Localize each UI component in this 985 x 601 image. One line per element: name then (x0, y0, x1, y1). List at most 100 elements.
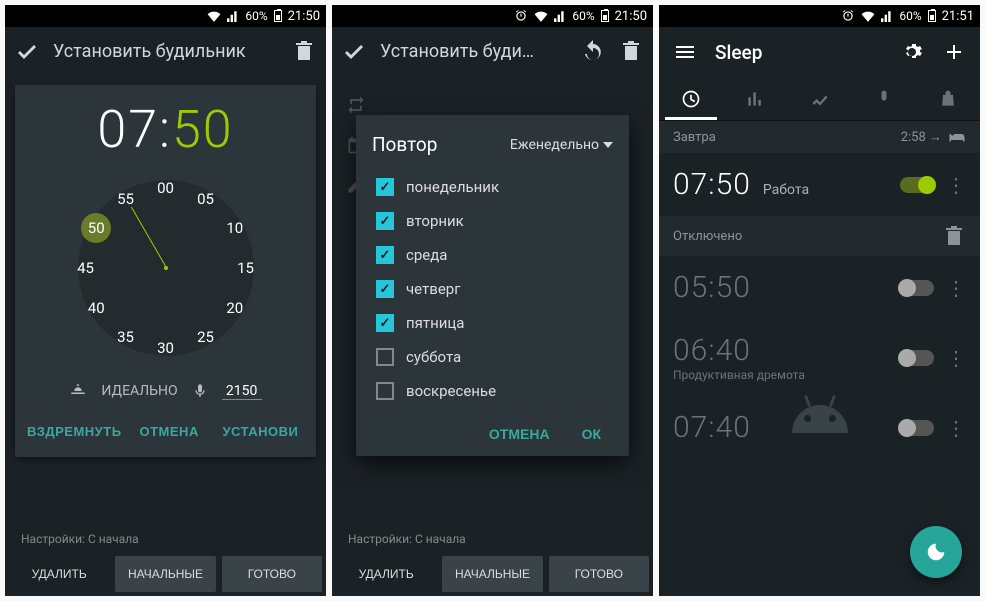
alarm-row[interactable]: 05:50 ⋮ (659, 256, 980, 319)
day-row-1[interactable]: вторник (372, 204, 613, 238)
nap-button[interactable]: ВЗДРЕМНУТЬ (25, 414, 124, 449)
done-button[interactable]: ГОТОВО (549, 556, 649, 592)
more-icon[interactable]: ⋮ (946, 423, 966, 433)
clock-minute-55[interactable]: 55 (111, 184, 141, 214)
ideal-label[interactable]: ИДЕАЛЬНО (101, 383, 177, 399)
alarm-switch[interactable] (900, 280, 934, 296)
picker-actions: ВЗДРЕМНУТЬ ОТМЕНА УСТАНОВИ (25, 414, 306, 449)
more-icon[interactable]: ⋮ (946, 180, 966, 190)
dialog-ok-button[interactable]: ОК (570, 416, 613, 452)
day-checkbox[interactable] (376, 212, 394, 230)
clock-minute-05[interactable]: 05 (191, 184, 221, 214)
day-row-5[interactable]: суббота (372, 340, 613, 374)
day-checkbox[interactable] (376, 314, 394, 332)
day-checkbox[interactable] (376, 280, 394, 298)
more-icon[interactable]: ⋮ (946, 353, 966, 363)
sleep-fab[interactable] (910, 526, 962, 578)
day-checkbox[interactable] (376, 178, 394, 196)
action-bar: Установить буди… (332, 27, 653, 75)
frequency-dropdown[interactable]: Еженедельно (510, 137, 613, 153)
clock-minute-10[interactable]: 10 (220, 213, 250, 243)
bg-settings-text: Настройки: С начала (5, 528, 326, 550)
add-icon[interactable] (942, 40, 966, 64)
done-button[interactable]: ГОТОВО (222, 556, 322, 592)
battery-icon (274, 10, 282, 22)
delete-button[interactable]: УДАЛИТЬ (9, 556, 109, 592)
day-checkbox[interactable] (376, 348, 394, 366)
delete-icon[interactable] (619, 39, 643, 63)
initial-button[interactable]: НАЧАЛЬНЫЕ (115, 556, 215, 592)
chevron-down-icon (603, 142, 613, 148)
battery-percent: 60% (572, 9, 594, 23)
alarm-switch[interactable] (900, 420, 934, 436)
day-label: воскресенье (406, 382, 496, 400)
section-tomorrow: Завтра 2:58 → (659, 121, 980, 153)
alarm-status-icon (514, 9, 528, 23)
hour-value[interactable]: 07 (97, 99, 159, 160)
mic-icon[interactable] (192, 383, 208, 399)
tab-graph[interactable] (787, 77, 851, 120)
delete-button[interactable]: УДАЛИТЬ (336, 556, 436, 592)
day-checkbox[interactable] (376, 382, 394, 400)
graph-icon (810, 89, 830, 109)
menu-icon[interactable] (673, 40, 697, 64)
set-button[interactable]: УСТАНОВИ (215, 414, 306, 449)
clock-minute-25[interactable]: 25 (191, 322, 221, 352)
battery-percent: 60% (245, 9, 267, 23)
tab-alarms[interactable] (659, 77, 723, 120)
tab-addons[interactable] (916, 77, 980, 120)
settings-icon[interactable] (900, 40, 924, 64)
wifi-icon (207, 10, 221, 22)
alarm-row[interactable]: 06:40Продуктивная дремота ⋮ (659, 319, 980, 396)
clock-minute-30[interactable]: 30 (151, 333, 181, 363)
alarm-switch[interactable] (900, 350, 934, 366)
confirm-icon[interactable] (15, 39, 39, 63)
mic-tab-icon (874, 89, 894, 109)
alarm-time: 07:40 (673, 410, 888, 445)
clock-minute-50[interactable]: 50 (81, 213, 111, 243)
clock-face[interactable]: 00 0510 15 2025 30 3540 45 5055 (66, 168, 266, 368)
clock-minute-00[interactable]: 00 (151, 173, 181, 203)
clock-minute-15[interactable]: 15 (231, 253, 261, 283)
time-display[interactable]: 07:50 (25, 99, 306, 160)
phone-2-repeat-dialog: 60% 21:50 Установить буди… Повтор Еженед… (332, 5, 653, 596)
clock-minute-35[interactable]: 35 (111, 322, 141, 352)
delete-disabled-icon[interactable] (942, 224, 966, 248)
tab-stats[interactable] (723, 77, 787, 120)
alarm-sublabel: Продуктивная дремота (673, 368, 888, 382)
voice-input[interactable]: 2150 (222, 383, 262, 400)
minute-value[interactable]: 50 (172, 99, 234, 160)
tab-noise[interactable] (852, 77, 916, 120)
undo-icon[interactable] (581, 39, 605, 63)
alarm-time: 06:40 (673, 333, 888, 368)
alarm-status-icon (841, 9, 855, 23)
day-row-2[interactable]: среда (372, 238, 613, 272)
confirm-icon[interactable] (342, 39, 366, 63)
app-title: Sleep (715, 41, 882, 64)
delete-icon[interactable] (292, 39, 316, 63)
more-icon[interactable]: ⋮ (946, 283, 966, 293)
bottom-bar: УДАЛИТЬ НАЧАЛЬНЫЕ ГОТОВО (332, 552, 653, 596)
wifi-icon (534, 10, 548, 22)
clock-minute-45[interactable]: 45 (71, 253, 101, 283)
signal-icon (881, 10, 893, 22)
initial-button[interactable]: НАЧАЛЬНЫЕ (442, 556, 542, 592)
alarm-switch[interactable] (900, 177, 934, 193)
day-label: среда (406, 246, 447, 264)
moon-icon (925, 541, 947, 563)
alarm-time: 07:50 (673, 167, 751, 202)
alarm-label: Работа (763, 182, 888, 198)
day-row-3[interactable]: четверг (372, 272, 613, 306)
day-row-6[interactable]: воскресенье (372, 374, 613, 408)
day-checkbox[interactable] (376, 246, 394, 264)
clock-minute-40[interactable]: 40 (81, 293, 111, 323)
status-time: 21:50 (615, 9, 647, 24)
clock-minute-20[interactable]: 20 (220, 293, 250, 323)
cancel-button[interactable]: ОТМЕНА (124, 414, 215, 449)
status-bar: 60% 21:51 (659, 5, 980, 27)
bed-icon (948, 131, 966, 143)
alarm-row[interactable]: 07:50 Работа ⋮ (659, 153, 980, 216)
day-row-0[interactable]: понедельник (372, 170, 613, 204)
day-row-4[interactable]: пятница (372, 306, 613, 340)
dialog-cancel-button[interactable]: ОТМЕНА (477, 416, 562, 452)
